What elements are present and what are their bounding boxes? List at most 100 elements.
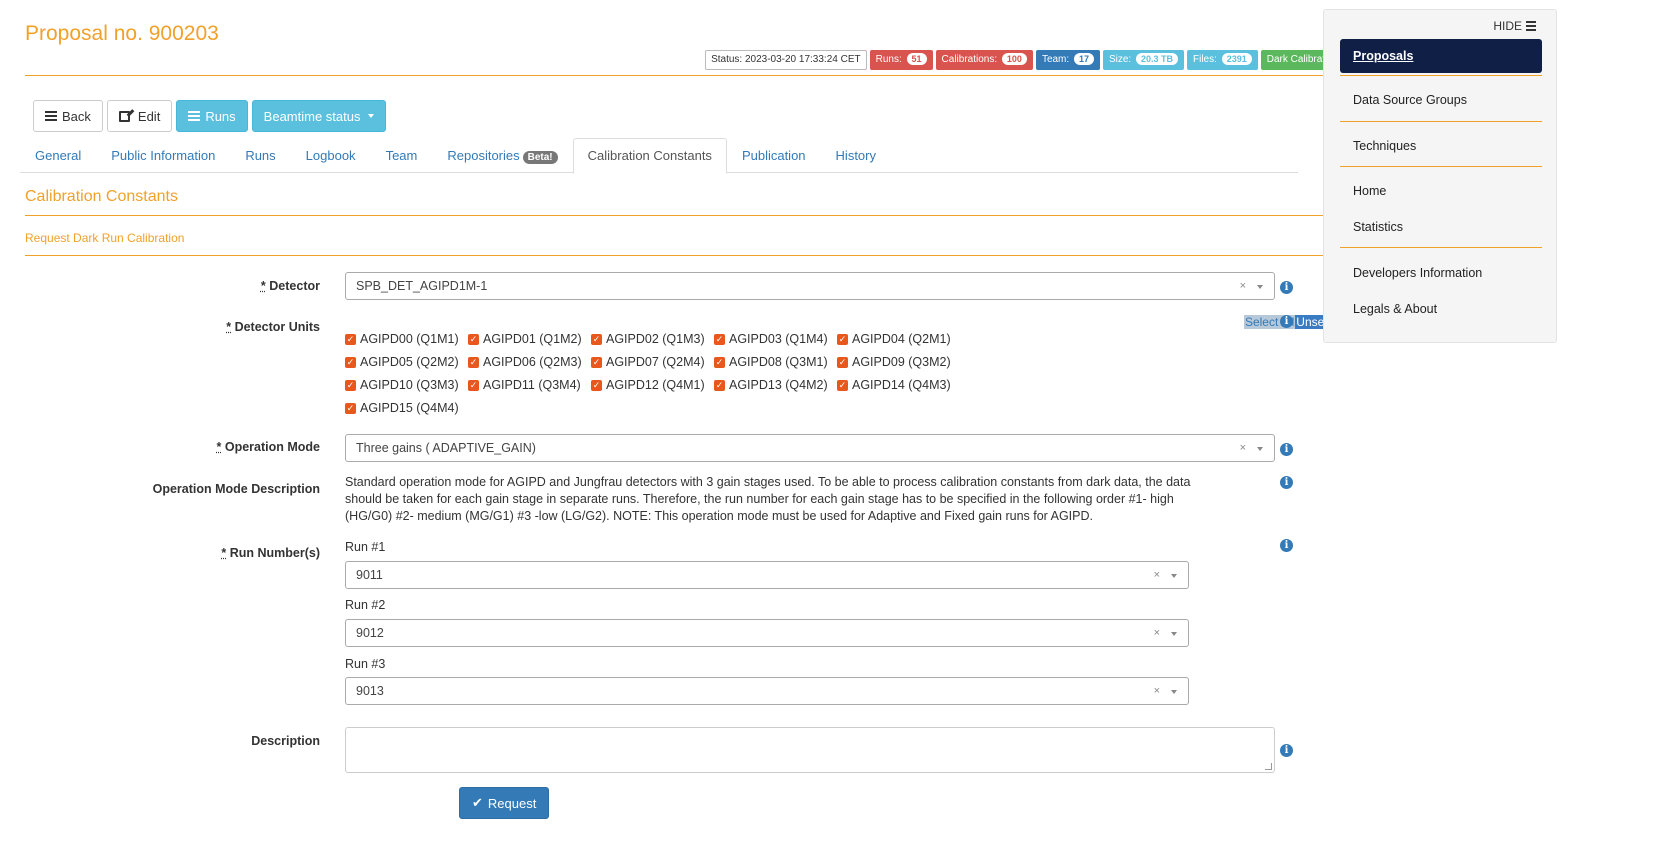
edit-icon [118,110,130,122]
subsection-divider [25,255,1377,256]
sidebar-divider [1340,247,1542,248]
back-button[interactable]: Back [33,100,103,132]
detector-units-label: * Detector Units [226,320,320,334]
operation-mode-label: * Operation Mode [216,440,320,454]
tab-publication[interactable]: Publication [727,138,821,173]
main-content: Proposal no. 900203 Status: 2023-03-20 1… [20,0,1377,867]
info-icon[interactable]: i [1280,539,1293,552]
sidebar-divider [1340,166,1542,167]
request-dark-run-link[interactable]: Request Dark Run Calibration [25,231,184,245]
tab-calibration-constants[interactable]: Calibration Constants [572,138,727,174]
beta-badge: Beta! [522,151,558,164]
checkbox-checked-icon: ✓ [837,356,848,368]
chevron-down-icon [1171,574,1177,578]
checkbox-checked-icon: ✓ [468,356,479,368]
detector-unit-checkbox[interactable]: ✓ AGIPD09 (Q3M2) [837,355,960,369]
info-icon[interactable]: i [1280,281,1293,294]
info-icon[interactable]: i [1280,443,1293,456]
detector-unit-checkbox[interactable]: ✓ AGIPD01 (Q1M2) [468,332,591,346]
checkbox-checked-icon: ✓ [714,333,725,345]
info-icon[interactable]: i [1280,315,1293,328]
detector-unit-checkbox[interactable]: ✓ AGIPD02 (Q1M3) [591,332,714,346]
clear-icon[interactable]: × [1154,562,1160,588]
operation-mode-description: Standard operation mode for AGIPD and Ju… [345,475,1191,523]
sidebar-item-home[interactable]: Home [1353,184,1386,198]
info-icon[interactable]: i [1280,476,1293,489]
beamtime-status-dropdown[interactable]: Beamtime status [251,100,386,132]
checkbox-checked-icon: ✓ [837,333,848,345]
checkbox-checked-icon: ✓ [714,379,725,391]
tab-logbook[interactable]: Logbook [291,138,371,173]
clear-icon[interactable]: × [1240,273,1246,299]
section-divider [25,215,1377,216]
tab-public-information[interactable]: Public Information [96,138,230,173]
caret-down-icon [367,114,374,118]
run-3-select[interactable]: 9013 × [345,677,1189,705]
sidebar-item-statistics[interactable]: Statistics [1353,220,1403,234]
detector-unit-checkbox[interactable]: ✓ AGIPD12 (Q4M1) [591,378,714,392]
list-icon [188,111,201,121]
detector-unit-checkbox[interactable]: ✓ AGIPD15 (Q4M4) [345,401,468,415]
header-divider [25,75,1377,76]
description-textarea[interactable] [345,727,1275,773]
run-numbers-label: * Run Number(s) [221,546,320,560]
team-badge[interactable]: Team: 17 [1035,50,1100,70]
checkbox-checked-icon: ✓ [345,333,356,345]
detector-unit-checkbox[interactable]: ✓ AGIPD04 (Q2M1) [837,332,960,346]
sidebar-divider [1340,75,1542,76]
chevron-down-icon [1171,632,1177,636]
toolbar: Back Edit Runs Beamtime status [33,100,386,132]
detector-unit-checkbox[interactable]: ✓ AGIPD05 (Q2M2) [345,355,468,369]
list-icon [45,111,57,121]
detector-units-list: ✓ AGIPD00 (Q1M1) ✓ AGIPD01 (Q1M2) ✓ AGIPD02… [345,332,965,415]
chevron-down-icon [1171,690,1177,694]
sidebar-item-developers-information[interactable]: Developers Information [1353,266,1482,280]
info-icon[interactable]: i [1280,744,1293,757]
tab-history[interactable]: History [821,138,891,173]
detector-unit-checkbox[interactable]: ✓ AGIPD06 (Q2M3) [468,355,591,369]
tab-bar: General Public Information Runs Logbook … [20,138,1298,174]
sidebar: HIDE Proposals Data Source Groups Techni… [1323,9,1557,343]
run-1-select[interactable]: 9011 × [345,561,1189,589]
detector-unit-checkbox[interactable]: ✓ AGIPD03 (Q1M4) [714,332,837,346]
clear-icon[interactable]: × [1154,678,1160,704]
request-button[interactable]: ✔ Request [459,787,550,819]
summary-badges: Status: 2023-03-20 17:33:24 CET Runs: 51… [705,50,1377,70]
sidebar-item-proposals[interactable]: Proposals [1340,39,1542,73]
sidebar-item-legals-about[interactable]: Legals & About [1353,302,1437,316]
detector-unit-checkbox[interactable]: ✓ AGIPD13 (Q4M2) [714,378,837,392]
description-label: Description [251,734,320,748]
tab-runs[interactable]: Runs [230,138,290,173]
status-badge: Status: 2023-03-20 17:33:24 CET [705,50,867,70]
clear-icon[interactable]: × [1240,435,1246,461]
tab-team[interactable]: Team [371,138,433,173]
sidebar-item-techniques[interactable]: Techniques [1353,139,1416,153]
operation-mode-select[interactable]: Three gains ( ADAPTIVE_GAIN) × [345,434,1275,462]
checkbox-checked-icon: ✓ [591,356,602,368]
tab-general[interactable]: General [20,138,96,173]
detector-label: * Detector [260,279,320,293]
sidebar-item-data-source-groups[interactable]: Data Source Groups [1353,93,1467,107]
runs-button[interactable]: Runs [176,100,248,132]
tab-repositories[interactable]: Repositories Beta! [432,138,572,173]
chevron-down-icon [1257,447,1263,451]
run-2-select[interactable]: 9012 × [345,619,1189,647]
page-title: Proposal no. 900203 [25,22,219,45]
checkbox-checked-icon: ✓ [591,379,602,391]
clear-icon[interactable]: × [1154,620,1160,646]
edit-button[interactable]: Edit [106,100,173,132]
detector-unit-checkbox[interactable]: ✓ AGIPD07 (Q2M4) [591,355,714,369]
calibrations-badge[interactable]: Calibrations: 100 [935,50,1033,70]
detector-unit-checkbox[interactable]: ✓ AGIPD10 (Q3M3) [345,378,468,392]
detector-unit-checkbox[interactable]: ✓ AGIPD14 (Q4M3) [837,378,960,392]
checkbox-checked-icon: ✓ [345,356,356,368]
detector-select[interactable]: SPB_DET_AGIPD1M-1 × [345,272,1275,300]
detector-unit-checkbox[interactable]: ✓ AGIPD11 (Q3M4) [468,378,591,392]
runs-badge[interactable]: Runs: 51 [869,50,933,70]
detector-unit-checkbox[interactable]: ✓ AGIPD00 (Q1M1) [345,332,468,346]
files-badge: Files: 2391 [1187,50,1258,70]
detector-unit-checkbox[interactable]: ✓ AGIPD08 (Q3M1) [714,355,837,369]
checkbox-checked-icon: ✓ [468,333,479,345]
sidebar-divider [1340,121,1542,122]
hide-sidebar-button[interactable]: HIDE [1493,19,1536,33]
